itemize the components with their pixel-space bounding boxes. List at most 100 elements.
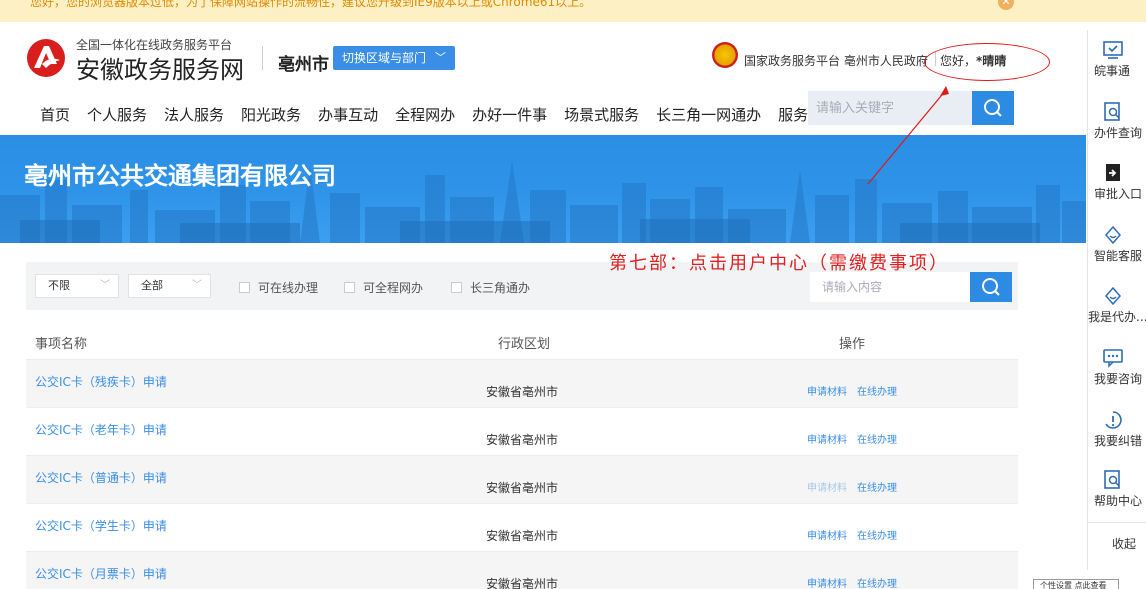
checkbox-label: 长三角通办 xyxy=(470,281,531,295)
browser-warning-text: 您好，您的浏览器版本过低，为了保障网站操作的流畅性，建议您升级到IE9版本以上或… xyxy=(30,0,592,9)
filter-search-input[interactable] xyxy=(810,272,970,302)
online-apply-link[interactable]: 在线办理 xyxy=(857,383,897,398)
item-region: 安徽省亳州市 xyxy=(486,433,559,447)
checkbox-label: 可在线办理 xyxy=(258,281,319,295)
sidebar-label: 办件查询 xyxy=(1094,126,1143,140)
checkbox-box[interactable] xyxy=(451,282,462,293)
help-doc-icon xyxy=(1104,470,1120,489)
site-logo-icon[interactable] xyxy=(24,38,68,78)
sidebar-collapse-button[interactable]: 收起 xyxy=(1088,522,1146,566)
materials-link[interactable]: 申请材料 xyxy=(807,479,847,494)
sidebar-item-query[interactable]: 办件查询 xyxy=(1088,102,1146,141)
right-sidebar: 皖事通 办件查询 审批入口 智能客服 我是代办... 我要咨询 我要纠错 帮助中… xyxy=(1087,30,1146,570)
document-search-icon xyxy=(1104,102,1120,121)
search-icon xyxy=(982,278,1000,296)
current-city: 亳州市 xyxy=(278,55,329,75)
sidebar-item-agent[interactable]: 我是代办... xyxy=(1088,286,1146,325)
item-region: 安徽省亳州市 xyxy=(486,481,559,495)
annotation-text: 第七部：点击用户中心（需缴费事项） xyxy=(609,253,949,274)
national-links[interactable]: 国家政务服务平台 亳州市人民政府 xyxy=(744,52,928,69)
table-header: 事项名称 行政区划 操作 xyxy=(26,322,1018,360)
page: 您好，您的浏览器版本过低，为了保障网站操作的流畅性，建议您升级到IE9版本以上或… xyxy=(0,0,1146,589)
sidebar-label: 我要纠错 xyxy=(1094,434,1143,448)
filter-search-button[interactable] xyxy=(970,272,1012,302)
table-row: 公交IC卡（月票卡）申请 安徽省亳州市 申请材料 在线办理 xyxy=(26,552,1018,589)
check-screen-icon xyxy=(1103,41,1123,59)
sidebar-item-help[interactable]: 帮助中心 xyxy=(1088,470,1146,509)
sidebar-item-consult[interactable]: 我要咨询 xyxy=(1088,348,1146,387)
nav-item-full-online[interactable]: 全程网办 xyxy=(395,104,455,125)
checkbox-online[interactable]: 可在线办理 xyxy=(239,279,318,296)
nav-item-home[interactable]: 首页 xyxy=(40,104,70,125)
online-apply-link[interactable]: 在线办理 xyxy=(857,575,897,589)
nav-item-personal[interactable]: 个人服务 xyxy=(87,104,147,125)
chevron-down-icon: ﹀ xyxy=(192,280,202,291)
filter-select-scope-value: 不限 xyxy=(48,279,70,292)
nav-item-legal-person[interactable]: 法人服务 xyxy=(164,104,224,125)
enter-icon xyxy=(1106,164,1120,181)
sidebar-collapse-label: 收起 xyxy=(1112,537,1137,551)
nav-item-yangtze[interactable]: 长三角一网通办 xyxy=(656,104,761,125)
sidebar-item-correction[interactable]: 我要纠错 xyxy=(1088,410,1146,449)
checkbox-label: 可全程网办 xyxy=(363,281,424,295)
materials-link[interactable]: 申请材料 xyxy=(807,527,847,542)
sidebar-item-approval[interactable]: 审批入口 xyxy=(1088,163,1146,202)
header-divider xyxy=(262,46,263,70)
table-row: 公交IC卡（普通卡）申请 安徽省亳州市 申请材料 在线办理 xyxy=(26,456,1018,504)
nav-item-one-thing[interactable]: 办好一件事 xyxy=(472,104,547,125)
online-apply-link[interactable]: 在线办理 xyxy=(857,527,897,542)
item-name-link[interactable]: 公交IC卡（月票卡）申请 xyxy=(35,565,167,582)
checkbox-yangtze[interactable]: 长三角通办 xyxy=(451,279,530,296)
item-name-link[interactable]: 公交IC卡（老年卡）申请 xyxy=(35,421,167,438)
sidebar-label: 智能客服 xyxy=(1094,249,1143,263)
nav-item-interaction[interactable]: 办事互动 xyxy=(318,104,378,125)
sidebar-item-smart-service[interactable]: 智能客服 xyxy=(1088,225,1146,264)
department-title: 亳州市公共交通集团有限公司 xyxy=(24,162,336,190)
search-icon xyxy=(984,99,1002,117)
checkbox-box[interactable] xyxy=(344,282,355,293)
checkbox-box[interactable] xyxy=(239,282,250,293)
sidebar-item-wanshitong[interactable]: 皖事通 xyxy=(1088,40,1146,79)
column-header-region: 行政区划 xyxy=(498,337,551,352)
nav-item-scenario[interactable]: 场景式服务 xyxy=(564,104,639,125)
site-name[interactable]: 安徽政务服务网 xyxy=(76,50,244,85)
item-name-link[interactable]: 公交IC卡（残疾卡）申请 xyxy=(35,373,167,390)
nav-item-open-government[interactable]: 阳光政务 xyxy=(241,104,301,125)
item-region: 安徽省亳州市 xyxy=(486,529,559,543)
table-row: 公交IC卡（学生卡）申请 安徽省亳州市 申请材料 在线办理 xyxy=(26,504,1018,552)
online-apply-link[interactable]: 在线办理 xyxy=(857,479,897,494)
sidebar-label: 我是代办... xyxy=(1088,310,1146,324)
online-apply-link[interactable]: 在线办理 xyxy=(857,431,897,446)
main-nav: 首页 个人服务 法人服务 阳光政务 办事互动 全程网办 办好一件事 场景式服务 … xyxy=(40,104,870,125)
switch-region-label: 切换区域与部门 xyxy=(342,51,427,65)
switch-region-button[interactable]: 切换区域与部门 ﹀ xyxy=(333,46,455,70)
materials-link[interactable]: 申请材料 xyxy=(807,431,847,446)
filter-select-scope[interactable]: 不限 ﹀ xyxy=(35,274,119,298)
materials-link[interactable]: 申请材料 xyxy=(807,383,847,398)
annotation-arrow xyxy=(867,86,949,185)
filter-search xyxy=(810,272,1012,302)
item-name-link[interactable]: 公交IC卡（普通卡）申请 xyxy=(35,469,167,486)
agent-icon xyxy=(1105,286,1121,306)
filter-select-type-value: 全部 xyxy=(141,279,163,292)
item-name-link[interactable]: 公交IC卡（学生卡）申请 xyxy=(35,517,167,534)
close-icon[interactable]: ✕ xyxy=(998,0,1014,10)
checkbox-full-online[interactable]: 可全程网办 xyxy=(344,279,423,296)
robot-icon xyxy=(1105,225,1121,245)
browser-warning-bar: 您好，您的浏览器版本过低，为了保障网站操作的流畅性，建议您升级到IE9版本以上或… xyxy=(0,0,1146,22)
item-region: 安徽省亳州市 xyxy=(486,577,559,589)
alert-icon xyxy=(1105,411,1122,429)
sidebar-label: 帮助中心 xyxy=(1094,494,1143,508)
sidebar-label: 审批入口 xyxy=(1094,187,1143,201)
annotation-ellipse xyxy=(924,43,1050,81)
personal-settings-tag[interactable]: 个性设置 点此查看 xyxy=(1033,579,1119,589)
sidebar-label: 皖事通 xyxy=(1094,64,1131,78)
top-search-button[interactable] xyxy=(972,91,1014,125)
materials-link[interactable]: 申请材料 xyxy=(807,575,847,589)
national-emblem-icon xyxy=(712,42,738,68)
column-header-name: 事项名称 xyxy=(35,337,88,352)
table-row: 公交IC卡（残疾卡）申请 安徽省亳州市 申请材料 在线办理 xyxy=(26,360,1018,408)
filter-select-type[interactable]: 全部 ﹀ xyxy=(128,274,211,298)
table-row: 公交IC卡（老年卡）申请 安徽省亳州市 申请材料 在线办理 xyxy=(26,408,1018,456)
sidebar-label: 我要咨询 xyxy=(1094,372,1143,386)
